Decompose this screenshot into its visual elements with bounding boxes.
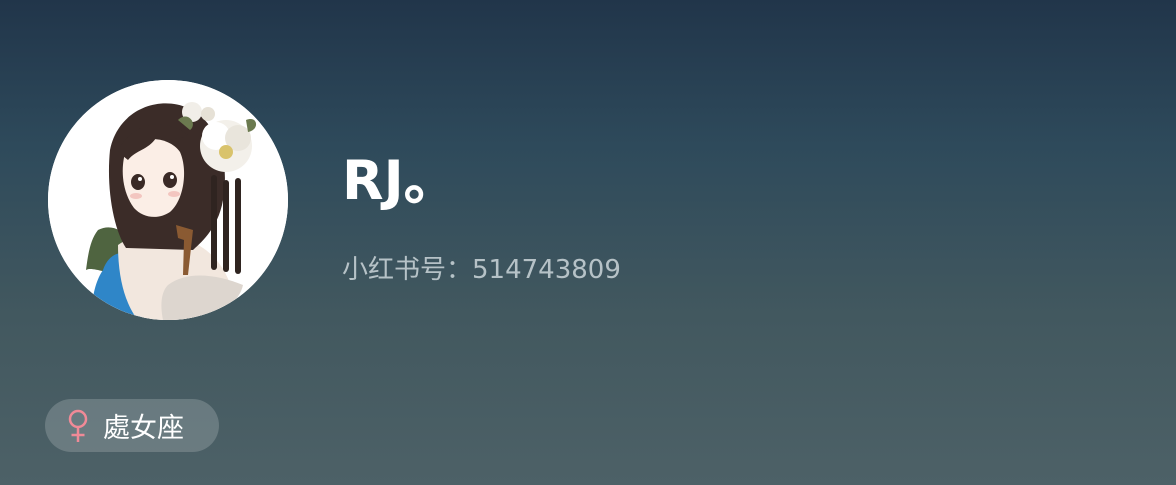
avatar[interactable] <box>48 80 288 320</box>
female-symbol-icon <box>65 409 91 443</box>
user-id-text[interactable]: 小红书号：514743809 <box>342 252 621 288</box>
zodiac-label: 處女座 <box>103 413 184 444</box>
zodiac-tag[interactable]: 處女座 <box>45 399 219 452</box>
avatar-illustration-icon <box>48 80 288 320</box>
nickname: RJ。 <box>342 149 458 212</box>
profile-header: RJ。 小红书号：514743809 處女座 <box>0 0 1176 485</box>
